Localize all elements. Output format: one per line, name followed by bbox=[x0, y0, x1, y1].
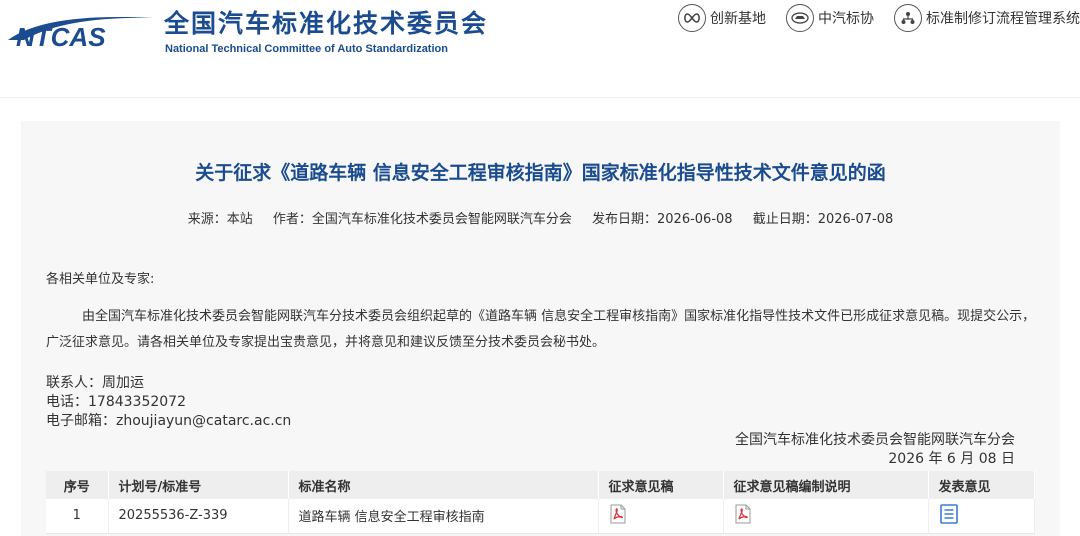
article-meta: 来源：本站 作者：全国汽车标准化技术委员会智能网联汽车分会 发布日期：2026-… bbox=[21, 208, 1060, 227]
pdf-icon[interactable] bbox=[609, 504, 627, 524]
org-name-en: National Technical Committee of Auto Sta… bbox=[165, 43, 448, 55]
col-header-draft: 征求意见稿 bbox=[598, 471, 724, 499]
link-standard-system-label: 标准制修订流程管理系统 bbox=[926, 11, 1080, 27]
table-header-row: 序号 计划号/标准号 标准名称 征求意见稿 征求意见稿编制说明 发表意见 bbox=[46, 471, 1035, 499]
cell-plan-no: 20255536-Z-339 bbox=[108, 499, 289, 534]
signoff-org: 全国汽车标准化技术委员会智能网联汽车分会 bbox=[735, 432, 1015, 448]
link-caam-standards-label: 中汽标协 bbox=[818, 11, 874, 27]
cell-draft bbox=[598, 499, 724, 534]
top-nav: 创新基地 中汽标协 标准制修订流程管理系统 bbox=[658, 4, 1080, 32]
contact-phone: 电话：17843352072 bbox=[46, 394, 186, 410]
document-list-icon[interactable] bbox=[939, 503, 959, 524]
col-header-plan-no: 计划号/标准号 bbox=[108, 471, 289, 499]
contact-email: 电子邮箱：zhoujiayun@catarc.ac.cn bbox=[46, 413, 292, 429]
car-badge-icon bbox=[786, 4, 814, 32]
standards-table: 序号 计划号/标准号 标准名称 征求意见稿 征求意见稿编制说明 发表意见 1 2… bbox=[46, 471, 1035, 534]
cell-no: 1 bbox=[46, 499, 109, 534]
contact-info: 联系人：周加运 电话：17843352072 电子邮箱：zhoujiayun@c… bbox=[46, 374, 291, 431]
link-innovation-base[interactable]: 创新基地 bbox=[678, 4, 766, 32]
infinity-icon bbox=[678, 4, 706, 32]
link-innovation-base-label: 创新基地 bbox=[710, 11, 766, 27]
cell-explanation bbox=[723, 499, 929, 534]
signoff-date: 2026 年 6 月 08 日 bbox=[888, 451, 1015, 467]
site-header: NTCAS 全国汽车标准化技术委员会 National Technical Co… bbox=[0, 0, 1080, 98]
org-name-cn: 全国汽车标准化技术委员会 bbox=[164, 9, 489, 38]
col-header-explanation: 征求意见稿编制说明 bbox=[723, 471, 929, 499]
link-standard-system[interactable]: 标准制修订流程管理系统 bbox=[894, 4, 1080, 32]
contact-person: 联系人：周加运 bbox=[46, 375, 144, 391]
meta-author: 作者：全国汽车标准化技术委员会智能网联汽车分会 bbox=[272, 212, 572, 227]
signoff: 全国汽车标准化技术委员会智能网联汽车分会 2026 年 6 月 08 日 bbox=[735, 431, 1015, 469]
org-chart-icon bbox=[894, 4, 922, 32]
col-header-name: 标准名称 bbox=[288, 471, 599, 499]
article-title: 关于征求《道路车辆 信息安全工程审核指南》国家标准化指导性技术文件意见的函 bbox=[195, 162, 886, 184]
pdf-icon[interactable] bbox=[734, 504, 752, 524]
article-card: 关于征求《道路车辆 信息安全工程审核指南》国家标准化指导性技术文件意见的函 来源… bbox=[21, 121, 1060, 536]
salutation: 各相关单位及专家: bbox=[46, 272, 155, 287]
col-header-comment: 发表意见 bbox=[928, 471, 1035, 499]
meta-source: 来源：本站 bbox=[187, 212, 253, 227]
col-header-no: 序号 bbox=[46, 471, 109, 499]
logo-text: NTCAS bbox=[16, 22, 106, 50]
cell-comment bbox=[928, 499, 1035, 534]
meta-publish-date: 发布日期：2026-06-08 bbox=[592, 212, 733, 227]
article-body: 由全国汽车标准化技术委员会智能网联汽车分技术委员会组织起草的《道路车辆 信息安全… bbox=[46, 309, 1036, 350]
table-row: 1 20255536-Z-339 道路车辆 信息安全工程审核指南 bbox=[46, 499, 1035, 534]
meta-deadline: 截止日期：2026-07-08 bbox=[752, 212, 894, 227]
ntcas-logo[interactable]: NTCAS bbox=[6, 10, 156, 50]
cell-name: 道路车辆 信息安全工程审核指南 bbox=[288, 499, 599, 534]
link-caam-standards[interactable]: 中汽标协 bbox=[786, 4, 874, 32]
